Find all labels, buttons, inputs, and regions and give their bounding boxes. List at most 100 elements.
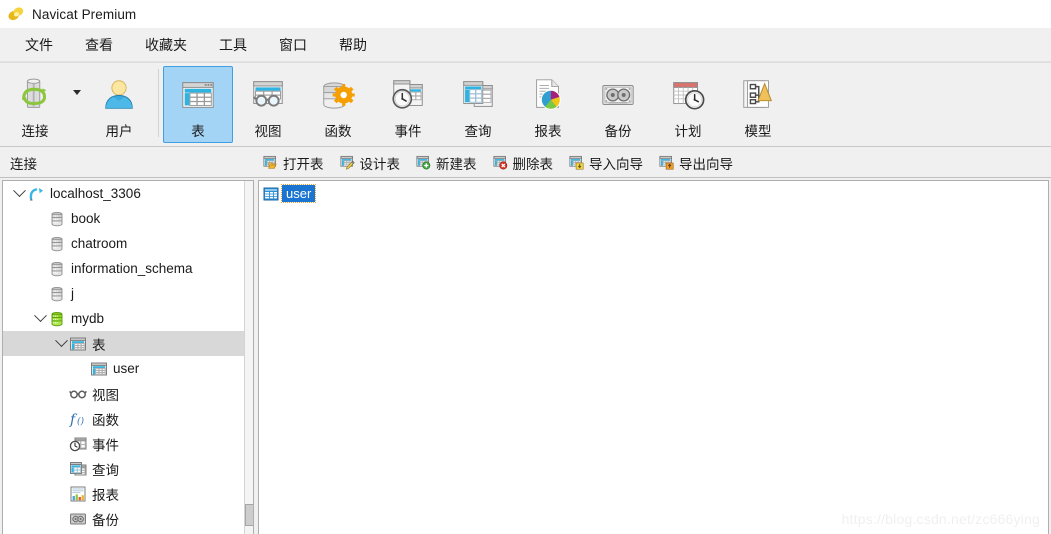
menu-favorites[interactable]: 收藏夹 — [129, 31, 203, 59]
function-folder-icon: f () — [69, 410, 87, 428]
navicat-logo-icon — [7, 5, 25, 23]
tree-item-label: 查询 — [92, 462, 119, 478]
tree-item-label: book — [71, 211, 101, 226]
toolbar-button-user[interactable]: 用户 — [84, 66, 154, 143]
tree-item-mydb[interactable]: mydb — [3, 306, 247, 331]
action-open-table[interactable]: 打开表 — [262, 151, 325, 175]
toolbar-button-schedule[interactable]: 计划 — [653, 66, 723, 143]
action-label: 删除表 — [512, 156, 554, 172]
tree-item-label: 视图 — [92, 387, 119, 403]
tree-item-label: localhost_3306 — [50, 186, 141, 201]
toolbar-button-backup[interactable]: 备份 — [583, 66, 653, 143]
tree-item-[interactable]: 查询 — [3, 456, 247, 481]
toolbar-button-function[interactable]: 函数 — [303, 66, 373, 143]
svg-text:(): () — [77, 416, 85, 427]
tree-item-label: mydb — [71, 311, 105, 326]
object-item-label: user — [280, 184, 317, 203]
tree-item-user[interactable]: user — [3, 356, 247, 381]
tree-item-localhost_3306[interactable]: localhost_3306 — [3, 181, 247, 206]
delete-table-icon — [492, 155, 509, 171]
tree-item-[interactable]: 表 — [3, 331, 251, 356]
menu-help[interactable]: 帮助 — [323, 31, 383, 59]
action-import-wizard[interactable]: 导入向导 — [568, 151, 644, 175]
action-label: 导入向导 — [589, 156, 643, 172]
toolbar-button-table[interactable]: 表 — [163, 66, 233, 143]
tree-expander-placeholder — [53, 411, 69, 427]
menu-file[interactable]: 文件 — [9, 31, 69, 59]
tree-expander-placeholder — [53, 486, 69, 502]
action-label: 设计表 — [359, 156, 401, 172]
toolbar-button-label: 事件 — [394, 124, 422, 139]
tree-item-label: user — [113, 361, 140, 376]
toolbar-button-report[interactable]: 报表 — [513, 66, 583, 143]
toolbar-separator — [158, 69, 159, 137]
table-object-icon — [263, 186, 279, 202]
tree-item-label: information_schema — [71, 261, 193, 276]
toolbar-button-label: 计划 — [674, 124, 702, 139]
menu-view[interactable]: 查看 — [69, 31, 129, 59]
database-icon — [48, 260, 66, 278]
connections-panel-header: 连接 — [10, 157, 37, 172]
tree-item-j[interactable]: j — [3, 281, 247, 306]
tree-item-[interactable]: 报表 — [3, 481, 247, 506]
scrollbar-thumb[interactable] — [245, 504, 253, 526]
toolbar-button-label: 表 — [191, 124, 205, 139]
action-label: 打开表 — [283, 156, 324, 172]
query-folder-icon — [69, 460, 87, 478]
report-folder-icon — [69, 485, 87, 503]
tree-expander-placeholder — [53, 511, 69, 527]
action-design-table[interactable]: 设计表 — [339, 151, 402, 175]
schedule-icon — [668, 76, 708, 114]
export-wizard-icon — [659, 155, 675, 171]
tree-expander-chevron-down-icon[interactable] — [32, 309, 48, 327]
tree-expander-placeholder — [32, 236, 48, 252]
tree-item-[interactable]: 视图 — [3, 381, 247, 406]
action-new-table[interactable]: 新建表 — [415, 151, 478, 175]
watermark: https://blog.csdn.net/zc666ying — [841, 511, 1040, 527]
tree-item-label: 报表 — [92, 487, 119, 503]
tree-item-label: 表 — [92, 337, 106, 353]
tree-item-book[interactable]: book — [3, 206, 247, 231]
tree-item-label: j — [71, 286, 74, 301]
database-icon — [48, 210, 66, 228]
toolbar-button-event[interactable]: 事件 — [373, 66, 443, 143]
tree-item-information_schema[interactable]: information_schema — [3, 256, 247, 281]
tree-item-label: 备份 — [92, 512, 119, 528]
table-folder-icon — [69, 335, 87, 353]
design-table-icon — [339, 155, 356, 171]
main-toolbar: 连接 用户 表 视图 函数 事件 查询 报表 备份 计划 模型 — [0, 62, 1051, 147]
connection-dropdown-caret[interactable] — [70, 63, 84, 140]
sidebar-vertical-scrollbar[interactable] — [244, 181, 253, 534]
sub-toolbar: 连接 打开表 设计表 新建表 删除表 导入向导 导出向导 — [0, 147, 1051, 178]
tree-item-[interactable]: 备份 — [3, 506, 247, 531]
tree-expander-chevron-down-icon[interactable] — [11, 184, 27, 202]
user-icon — [99, 76, 139, 114]
action-export-wizard[interactable]: 导出向导 — [658, 151, 734, 175]
database-open-icon — [48, 310, 66, 328]
tree-expander-chevron-down-icon[interactable] — [53, 334, 69, 352]
table-icon — [178, 76, 218, 114]
tree-item-[interactable]: 事件 — [3, 431, 247, 456]
toolbar-button-model[interactable]: 模型 — [723, 66, 793, 143]
object-list-pane: user https://blog.csdn.net/zc666ying — [258, 180, 1049, 534]
tree-expander-placeholder — [32, 211, 48, 227]
menu-tools[interactable]: 工具 — [203, 31, 263, 59]
action-label: 导出向导 — [679, 156, 733, 172]
action-delete-table[interactable]: 删除表 — [492, 151, 555, 175]
navicat-window: Navicat Premium 文件 查看 收藏夹 工具 窗口 帮助 连接 用户 表 — [0, 0, 1051, 534]
toolbar-button-view[interactable]: 视图 — [233, 66, 303, 143]
connection-icon — [15, 76, 55, 114]
object-item-user[interactable]: user — [263, 184, 317, 203]
view-icon — [248, 76, 288, 114]
menu-window[interactable]: 窗口 — [263, 31, 323, 59]
backup-icon — [598, 76, 638, 114]
window-title: Navicat Premium — [32, 6, 137, 22]
tree-expander-placeholder — [53, 386, 69, 402]
table-icon-small — [90, 360, 108, 378]
toolbar-button-query[interactable]: 查询 — [443, 66, 513, 143]
backup-folder-icon — [69, 510, 87, 528]
tree-item-[interactable]: f () 函数 — [3, 406, 247, 431]
toolbar-button-connection[interactable]: 连接 — [0, 66, 70, 143]
tree-item-chatroom[interactable]: chatroom — [3, 231, 247, 256]
report-icon — [528, 76, 568, 114]
